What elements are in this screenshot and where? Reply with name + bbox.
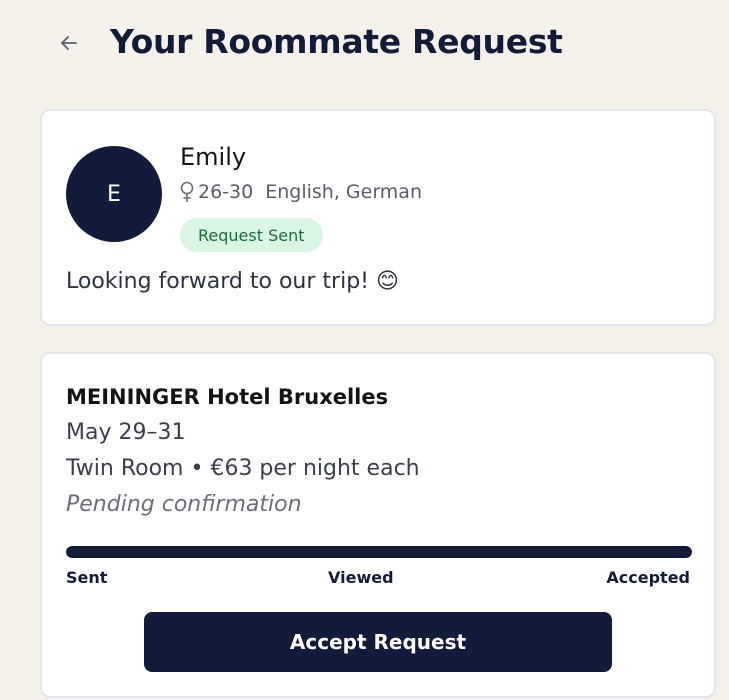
step-accepted: Accepted bbox=[606, 568, 690, 587]
back-button[interactable] bbox=[52, 26, 86, 60]
age-range: 26-30 bbox=[198, 181, 254, 203]
roommate-request-page: Your Roommate Request E Emily 26-30 Engl… bbox=[0, 0, 729, 700]
profile-message: Looking forward to our trip! 😊 bbox=[66, 269, 399, 294]
arrow-left-icon bbox=[61, 36, 77, 50]
profile-meta: 26-30 English, German bbox=[180, 181, 422, 203]
profile-card: E Emily 26-30 English, German Request Se… bbox=[40, 109, 716, 326]
status-note: Pending confirmation bbox=[66, 492, 302, 517]
status-badge: Request Sent bbox=[180, 218, 323, 252]
female-symbol-icon bbox=[180, 181, 194, 203]
room-info: Twin Room • €63 per night each bbox=[66, 456, 420, 481]
avatar: E bbox=[66, 146, 162, 242]
booking-dates: May 29–31 bbox=[66, 420, 186, 445]
page-title: Your Roommate Request bbox=[110, 22, 563, 61]
languages: English, German bbox=[265, 181, 422, 203]
booking-card: MEININGER Hotel Bruxelles May 29–31 Twin… bbox=[40, 352, 716, 698]
step-sent: Sent bbox=[66, 568, 108, 587]
header: Your Roommate Request bbox=[0, 0, 729, 90]
accept-request-button[interactable]: Accept Request bbox=[144, 612, 612, 672]
hotel-name: MEININGER Hotel Bruxelles bbox=[66, 385, 389, 409]
progress-fill bbox=[66, 546, 692, 558]
profile-name: Emily bbox=[180, 143, 247, 171]
progress-bar bbox=[66, 546, 692, 558]
step-viewed: Viewed bbox=[328, 568, 394, 587]
